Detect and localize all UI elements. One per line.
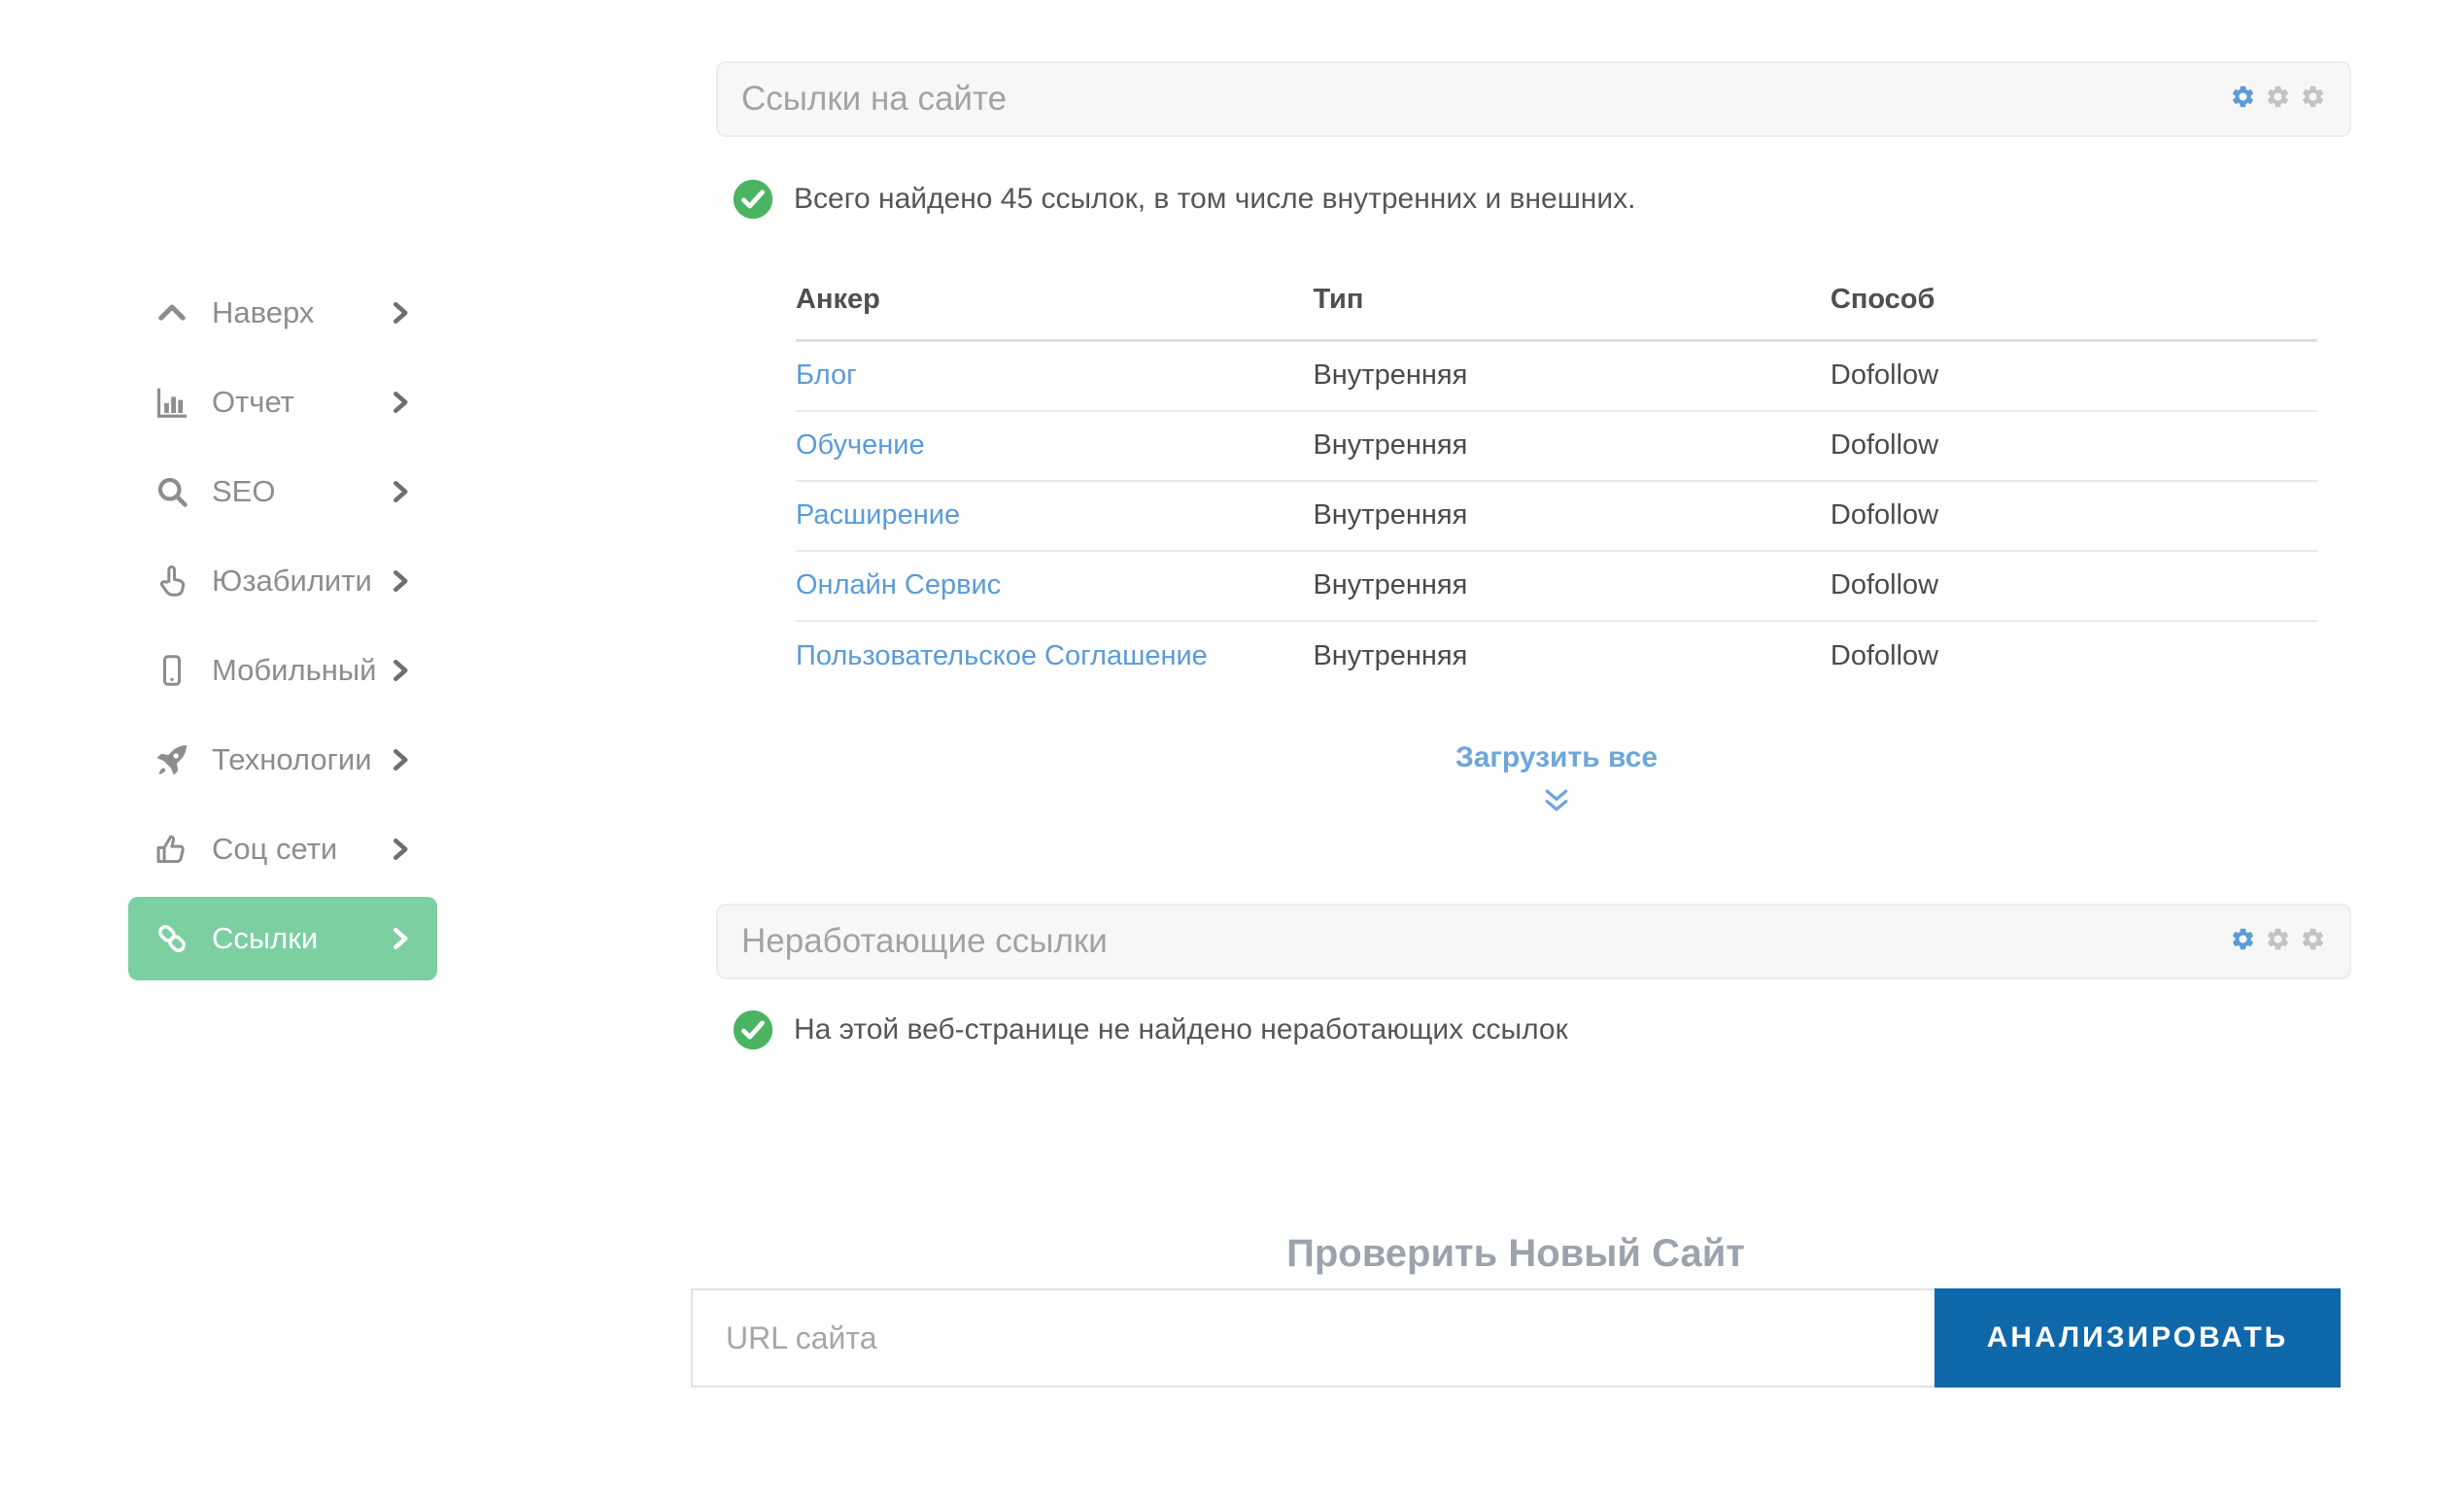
link-type-cell: Внутренняя bbox=[1313, 410, 1831, 482]
gear-icon[interactable] bbox=[2230, 84, 2256, 115]
broken-links-panel-header: Неработающие ссылки bbox=[716, 904, 2351, 979]
url-input[interactable] bbox=[691, 1288, 1934, 1388]
sidebar-item-social[interactable]: Соц сети bbox=[128, 807, 437, 891]
sidebar-item-label: Соц сети bbox=[212, 832, 338, 866]
anchor-link[interactable]: Обучение bbox=[796, 429, 925, 461]
sidebar-item-label: SEO bbox=[212, 474, 276, 508]
sidebar-item-label: Отчет bbox=[212, 385, 294, 419]
link-type-cell: Внутренняя bbox=[1313, 340, 1831, 412]
table-row: Онлайн Сервис Внутренняя Dofollow bbox=[796, 550, 2317, 622]
anchor-link[interactable]: Онлайн Сервис bbox=[796, 569, 1001, 600]
chevron-right-icon bbox=[385, 477, 414, 506]
load-all-link[interactable]: Загрузить все bbox=[1455, 741, 1658, 773]
links-status-text: Всего найдено 45 ссылок, в том числе вну… bbox=[794, 183, 1636, 215]
check-circle-icon bbox=[733, 1010, 773, 1050]
load-all-section: Загрузить все bbox=[796, 741, 2317, 820]
gear-icon[interactable] bbox=[2265, 926, 2291, 957]
sidebar-item-label: Юзабилити bbox=[212, 564, 372, 598]
links-table: Анкер Тип Способ Блог Внутренняя Dofollo… bbox=[796, 270, 2317, 691]
bar-chart-icon bbox=[152, 382, 192, 423]
check-new-site-heading: Проверить Новый Сайт bbox=[1286, 1232, 1745, 1275]
sidebar-item-usability[interactable]: Юзабилити bbox=[128, 539, 437, 623]
panel-settings-gears bbox=[2230, 926, 2326, 957]
search-icon bbox=[152, 471, 192, 512]
link-type-cell: Внутренняя bbox=[1313, 480, 1831, 552]
double-chevron-down-icon[interactable] bbox=[796, 786, 2317, 820]
check-circle-icon bbox=[733, 179, 773, 220]
links-panel-title: Ссылки на сайте bbox=[741, 80, 1008, 118]
gear-icon[interactable] bbox=[2300, 84, 2326, 115]
sidebar: Наверх Отчет SEO Юзабилити Мобильный Тех… bbox=[128, 271, 437, 986]
links-status: Всего найдено 45 ссылок, в том числе вну… bbox=[732, 178, 1635, 221]
link-icon bbox=[152, 918, 192, 959]
sidebar-item-links[interactable]: Ссылки bbox=[128, 897, 437, 980]
sidebar-item-label: Технологии bbox=[212, 742, 372, 776]
chevron-right-icon bbox=[385, 388, 414, 417]
sidebar-item-mobile[interactable]: Мобильный bbox=[128, 629, 437, 712]
broken-links-status-text: На этой веб-странице не найдено неработа… bbox=[794, 1013, 1568, 1045]
chevron-up-icon bbox=[152, 292, 192, 333]
column-header-type: Тип bbox=[1313, 270, 1831, 342]
mobile-icon bbox=[152, 650, 192, 691]
gear-icon[interactable] bbox=[2265, 84, 2291, 115]
broken-links-panel-title: Неработающие ссылки bbox=[741, 922, 1108, 960]
sidebar-item-label: Мобильный bbox=[212, 653, 377, 687]
table-header-row: Анкер Тип Способ bbox=[796, 270, 2317, 342]
sidebar-item-technologies[interactable]: Технологии bbox=[128, 718, 437, 802]
sidebar-item-top[interactable]: Наверх bbox=[128, 271, 437, 355]
chevron-right-icon bbox=[385, 656, 414, 685]
main-content: Ссылки на сайте Всего найдено 45 ссылок,… bbox=[691, 61, 2351, 1508]
hand-pointer-icon bbox=[152, 561, 192, 601]
chevron-right-icon bbox=[385, 298, 414, 327]
link-method-cell: Dofollow bbox=[1830, 480, 2317, 552]
broken-links-status: На этой веб-странице не найдено неработа… bbox=[732, 1009, 1568, 1051]
analyze-button[interactable]: АНАЛИЗИРОВАТЬ bbox=[1934, 1288, 2341, 1388]
table-row: Расширение Внутренняя Dofollow bbox=[796, 480, 2317, 552]
table-row: Блог Внутренняя Dofollow bbox=[796, 340, 2317, 412]
chevron-right-icon bbox=[385, 566, 414, 596]
thumbs-up-icon bbox=[152, 829, 192, 870]
sidebar-item-report[interactable]: Отчет bbox=[128, 360, 437, 444]
panel-settings-gears bbox=[2230, 84, 2326, 115]
table-row: Пользовательское Соглашение Внутренняя D… bbox=[796, 621, 2317, 691]
link-type-cell: Внутренняя bbox=[1313, 639, 1468, 671]
link-type-cell: Внутренняя bbox=[1313, 550, 1831, 622]
link-method-cell: Dofollow bbox=[1830, 639, 1939, 671]
sidebar-item-label: Ссылки bbox=[212, 921, 319, 955]
table-row: Обучение Внутренняя Dofollow bbox=[796, 410, 2317, 482]
link-method-cell: Dofollow bbox=[1830, 410, 2317, 482]
chevron-right-icon bbox=[385, 924, 414, 953]
anchor-link[interactable]: Расширение bbox=[796, 499, 960, 531]
links-panel-header: Ссылки на сайте bbox=[716, 61, 2351, 137]
anchor-link[interactable]: Пользовательское Соглашение bbox=[796, 640, 1208, 671]
sidebar-item-seo[interactable]: SEO bbox=[128, 450, 437, 533]
gear-icon[interactable] bbox=[2230, 926, 2256, 957]
link-method-cell: Dofollow bbox=[1830, 340, 2317, 412]
url-form: АНАЛИЗИРОВАТЬ bbox=[691, 1288, 2341, 1388]
sidebar-item-label: Наверх bbox=[212, 295, 315, 329]
rocket-icon bbox=[152, 739, 192, 780]
gear-icon[interactable] bbox=[2300, 926, 2326, 957]
anchor-link[interactable]: Блог bbox=[796, 360, 857, 391]
check-new-site-section: Проверить Новый Сайт АНАЛИЗИРОВАТЬ bbox=[691, 1230, 2341, 1388]
column-header-method: Способ bbox=[1830, 270, 2317, 342]
link-method-cell: Dofollow bbox=[1830, 550, 2317, 622]
column-header-anchor: Анкер bbox=[796, 270, 1314, 342]
chevron-right-icon bbox=[385, 835, 414, 864]
chevron-right-icon bbox=[385, 745, 414, 774]
